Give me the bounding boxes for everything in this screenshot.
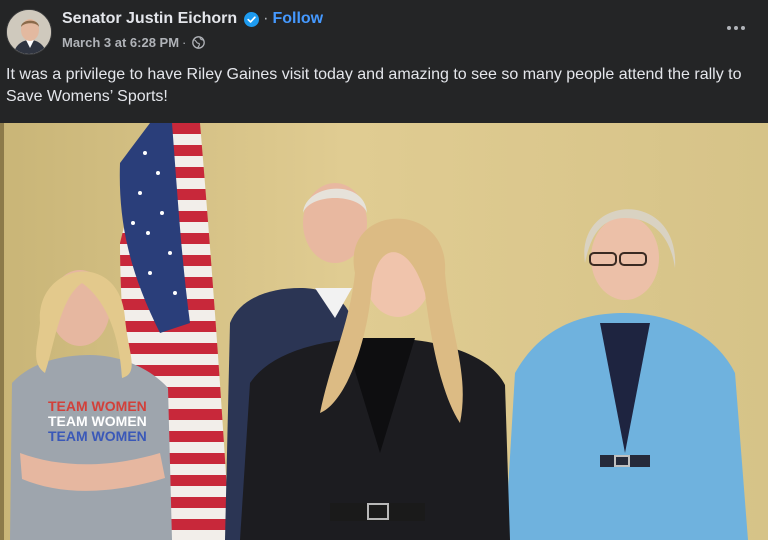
post-meta: March 3 at 6:28 PM ·: [62, 35, 206, 50]
meta-separator: ·: [182, 35, 187, 50]
shirt-text-2: TEAM WOMEN: [48, 413, 147, 429]
globe-icon[interactable]: [192, 36, 206, 49]
avatar-portrait: [7, 10, 51, 54]
verified-badge-icon: [244, 11, 260, 27]
author-name[interactable]: Senator Justin Eichorn: [62, 10, 237, 28]
post-header: Senator Justin Eichorn · Follow March 3 …: [0, 0, 768, 60]
photo-illustration: TEAM WOMEN TEAM WOMEN TEAM WOMEN: [0, 123, 768, 540]
follow-button[interactable]: Follow: [272, 10, 323, 28]
post-timestamp[interactable]: March 3 at 6:28 PM: [62, 35, 179, 50]
author-avatar[interactable]: [6, 9, 52, 55]
shirt-text-1: TEAM WOMEN: [48, 398, 147, 414]
post-text: It was a privilege to have Riley Gaines …: [6, 66, 742, 105]
shirt-text-3: TEAM WOMEN: [48, 428, 147, 444]
author-line: Senator Justin Eichorn · Follow: [62, 10, 323, 28]
more-options-icon[interactable]: [724, 16, 748, 40]
header-separator: ·: [263, 10, 269, 27]
post-photo[interactable]: TEAM WOMEN TEAM WOMEN TEAM WOMEN: [0, 123, 768, 540]
